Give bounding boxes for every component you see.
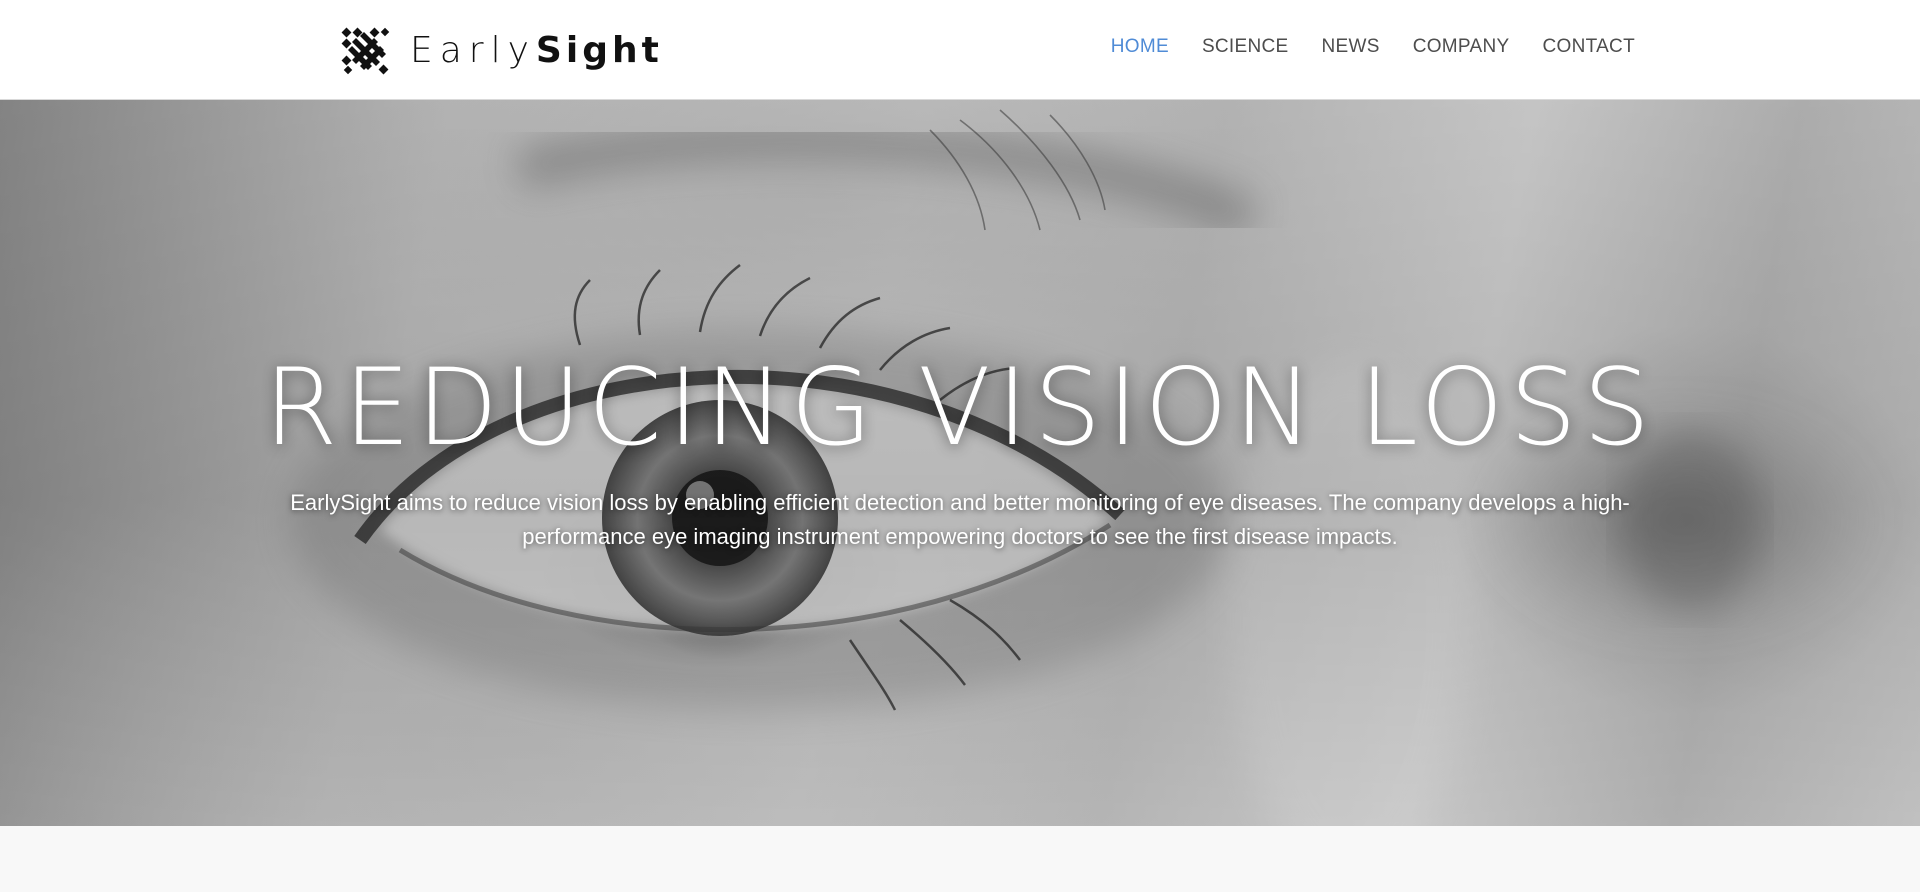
hero-title: REDUCING VISION LOSS <box>263 346 1657 469</box>
nav-item-home[interactable]: HOME <box>1111 36 1169 58</box>
nav-item-company[interactable]: COMPANY <box>1413 36 1510 58</box>
brand-name: EarlySight <box>410 33 663 69</box>
site-logo-link[interactable]: EarlySight <box>340 25 663 77</box>
brand-name-light: Early <box>410 30 536 71</box>
nav-item-science[interactable]: SCIENCE <box>1202 36 1289 58</box>
hero-description: EarlySight aims to reduce vision loss by… <box>290 490 1630 549</box>
brand-name-bold: Sight <box>535 30 663 71</box>
earlysight-logo-icon <box>341 27 390 75</box>
hero-section: REDUCING VISION LOSS EarlySight aims to … <box>0 100 1920 826</box>
nav-item-news[interactable]: NEWS <box>1322 36 1380 58</box>
nav-item-contact[interactable]: CONTACT <box>1542 36 1635 58</box>
main-nav: HOME SCIENCE NEWS COMPANY CONTACT <box>1111 36 1635 58</box>
site-header: EarlySight HOME SCIENCE NEWS COMPANY CON… <box>0 0 1920 100</box>
